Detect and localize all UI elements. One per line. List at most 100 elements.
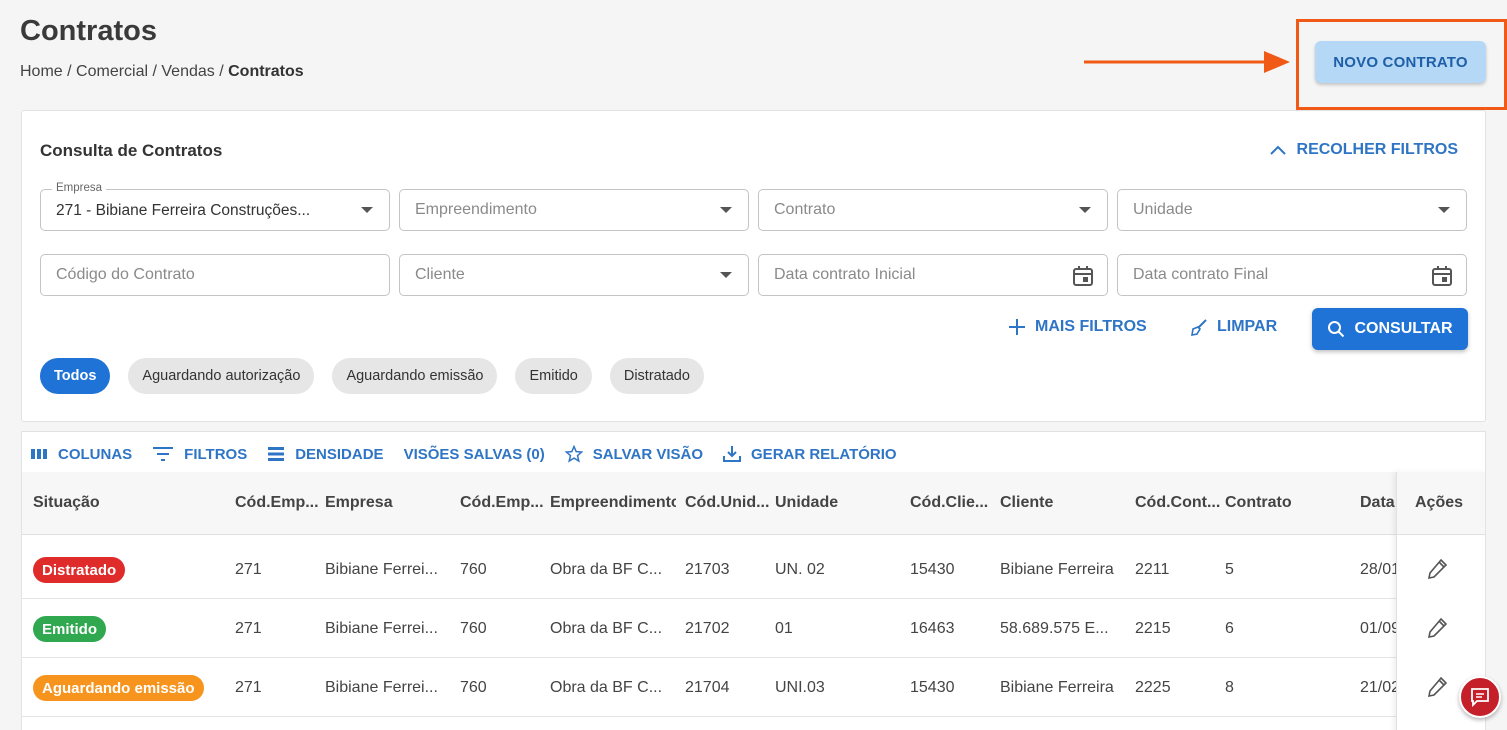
filters-button[interactable]: FILTROS: [152, 445, 247, 463]
data-inicial-placeholder: Data contrato Inicial: [774, 266, 916, 283]
cell-cod-contrato: 2215: [1135, 620, 1171, 637]
filter-icon: [153, 447, 174, 461]
cell-empresa: Bibiane Ferrei...: [325, 679, 437, 696]
header-cod-contrato[interactable]: Cód.Cont...: [1135, 494, 1221, 512]
cell-cod-cliente: 16463: [910, 620, 955, 637]
caret-down-icon: [720, 272, 732, 278]
cell-empresa: Bibiane Ferrei...: [325, 620, 437, 637]
data-inicial-input[interactable]: Data contrato Inicial: [758, 254, 1108, 296]
annotation-arrow-icon: [1084, 51, 1290, 73]
cell-cod-cliente: 15430: [910, 679, 955, 696]
cell-unidade: UN. 02: [775, 561, 825, 578]
codigo-contrato-input[interactable]: Código do Contrato: [40, 254, 390, 296]
breadcrumb-home[interactable]: Home: [20, 63, 63, 81]
empresa-select[interactable]: Empresa 271 - Bibiane Ferreira Construçõ…: [40, 182, 390, 231]
columns-icon: [31, 449, 47, 459]
header-cod-empresa[interactable]: Cód.Emp...: [235, 494, 321, 512]
consultar-label: CONSULTAR: [1354, 320, 1453, 337]
header-situacao[interactable]: Situação: [33, 494, 223, 512]
columns-button[interactable]: COLUNAS: [30, 445, 132, 463]
data-final-input[interactable]: Data contrato Final: [1117, 254, 1467, 296]
breadcrumb-comercial[interactable]: Comercial: [76, 63, 148, 81]
status-badge: Emitido: [33, 616, 106, 642]
save-view-label: SALVAR VISÃO: [592, 445, 704, 463]
cell-empreendimento: Obra da BF C...: [550, 679, 662, 696]
table-row[interactable]: Aguardando emissão 271 Bibiane Ferrei...…: [22, 659, 1485, 717]
density-button[interactable]: DENSIDADE: [267, 445, 384, 463]
table-row[interactable]: Distratado 271 Bibiane Ferrei... 760 Obr…: [22, 541, 1485, 599]
empreendimento-placeholder: Empreendimento: [415, 201, 537, 218]
broom-icon: [1191, 319, 1207, 336]
header-data[interactable]: Data: [1360, 494, 1400, 512]
header-empreendimento[interactable]: Empreendimento: [550, 494, 676, 512]
clear-button[interactable]: LIMPAR: [1190, 318, 1277, 336]
breadcrumb: Home / Comercial / Vendas / Contratos: [20, 63, 304, 81]
chat-button[interactable]: [1459, 676, 1501, 718]
cell-cod-empreendimento: 760: [460, 561, 487, 578]
chip-aguardando-autorizacao[interactable]: Aguardando autorização: [128, 358, 315, 394]
empreendimento-select[interactable]: Empreendimento: [399, 189, 749, 231]
chevron-up-icon: [1269, 145, 1286, 155]
breadcrumb-current: Contratos: [228, 63, 304, 80]
more-filters-label: MAIS FILTROS: [1035, 318, 1147, 335]
star-icon: [564, 445, 583, 463]
header-cliente[interactable]: Cliente: [1000, 494, 1126, 512]
header-unidade[interactable]: Unidade: [775, 494, 901, 512]
cell-cod-cliente: 15430: [910, 561, 955, 578]
cell-cod-empresa: 271: [235, 620, 262, 637]
save-view-button[interactable]: SALVAR VISÃO: [564, 445, 704, 463]
novo-contrato-button[interactable]: NOVO CONTRATO: [1315, 41, 1486, 83]
cell-unidade: 01: [775, 620, 793, 637]
search-icon: [1328, 321, 1345, 338]
report-button[interactable]: GERAR RELATÓRIO: [723, 445, 897, 463]
calendar-icon[interactable]: [1071, 264, 1095, 288]
density-icon: [268, 447, 285, 461]
cliente-select[interactable]: Cliente: [399, 254, 749, 296]
clear-label: LIMPAR: [1217, 318, 1278, 335]
status-badge: Aguardando emissão: [33, 675, 204, 701]
header-empresa[interactable]: Empresa: [325, 494, 451, 512]
header-cod-empreendimento[interactable]: Cód.Emp...: [460, 494, 546, 512]
grid-toolbar: COLUNAS FILTROS DENSIDADE VISÕES SALVAS …: [30, 445, 897, 463]
pencil-icon[interactable]: [1425, 616, 1449, 640]
caret-down-icon: [1079, 207, 1091, 213]
saved-views-button[interactable]: VISÕES SALVAS (0): [404, 445, 545, 463]
unidade-placeholder: Unidade: [1133, 201, 1193, 218]
cell-contrato: 6: [1225, 620, 1234, 637]
collapse-filters-button[interactable]: RECOLHER FILTROS: [1269, 141, 1458, 159]
pencil-icon[interactable]: [1425, 557, 1449, 581]
collapse-filters-label: RECOLHER FILTROS: [1296, 141, 1458, 158]
cell-cliente: Bibiane Ferreira: [1000, 679, 1114, 696]
cell-cod-unidade: 21704: [685, 679, 730, 696]
chip-aguardando-emissao[interactable]: Aguardando emissão: [332, 358, 498, 394]
cell-cliente: 58.689.575 E...: [1000, 620, 1109, 637]
cell-unidade: UNI.03: [775, 679, 825, 696]
header-acoes: Ações: [1415, 494, 1464, 511]
consultar-button[interactable]: CONSULTAR: [1312, 308, 1468, 350]
cell-cliente: Bibiane Ferreira: [1000, 561, 1114, 578]
contrato-select[interactable]: Contrato: [758, 189, 1108, 231]
status-badge: Distratado: [33, 557, 126, 583]
header-cod-unidade[interactable]: Cód.Unid...: [685, 494, 771, 512]
contrato-placeholder: Contrato: [774, 201, 836, 218]
chat-icon: [1471, 688, 1489, 708]
table-row[interactable]: Emitido 271 Bibiane Ferrei... 760 Obra d…: [22, 600, 1485, 658]
chip-distratado[interactable]: Distratado: [609, 358, 704, 394]
chip-todos[interactable]: Todos: [40, 358, 111, 394]
filters-label: FILTROS: [184, 445, 248, 463]
status-chip-group: Todos Aguardando autorização Aguardando …: [40, 358, 704, 394]
chip-emitido[interactable]: Emitido: [515, 358, 592, 394]
header-contrato[interactable]: Contrato: [1225, 494, 1351, 512]
cell-data: 21/02: [1360, 679, 1396, 696]
density-label: DENSIDADE: [295, 445, 384, 463]
unidade-select[interactable]: Unidade: [1117, 189, 1467, 231]
header-cod-cliente[interactable]: Cód.Clie...: [910, 494, 996, 512]
cell-cod-contrato: 2211: [1135, 561, 1170, 578]
page-title: Contratos: [20, 15, 157, 47]
cell-cod-contrato: 2225: [1135, 679, 1171, 696]
plus-icon: [1009, 319, 1025, 335]
breadcrumb-vendas[interactable]: Vendas: [161, 63, 214, 81]
pencil-icon[interactable]: [1425, 675, 1449, 699]
more-filters-button[interactable]: MAIS FILTROS: [1008, 318, 1147, 336]
calendar-icon[interactable]: [1430, 264, 1454, 288]
